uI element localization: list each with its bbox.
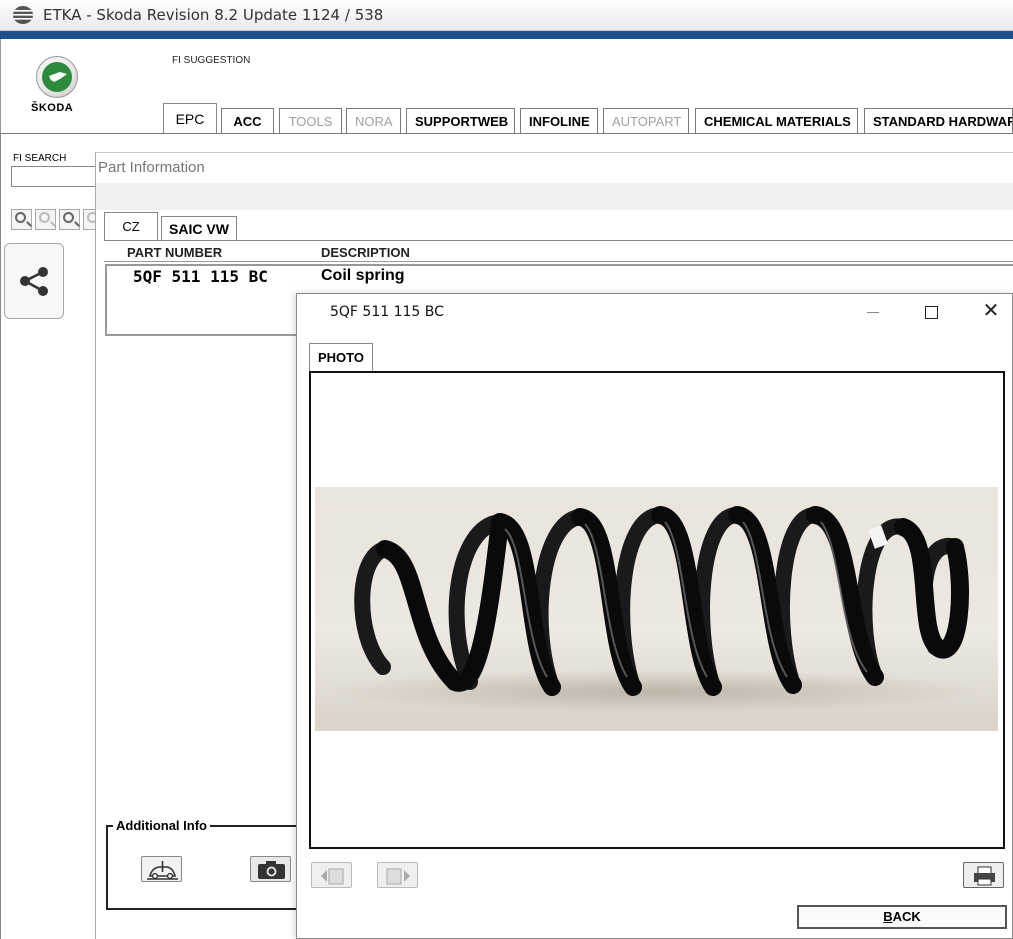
skoda-logo-emblem — [42, 62, 72, 92]
fi-search-input[interactable] — [11, 166, 101, 187]
tab-photo[interactable]: PHOTO — [309, 343, 373, 372]
app-icon[interactable] — [12, 5, 34, 25]
car-lift-icon — [147, 861, 178, 880]
previous-page-icon — [321, 868, 344, 885]
parts-table-header — [104, 242, 1013, 262]
tab-epc[interactable]: EPC — [163, 103, 217, 134]
previous-page-button[interactable] — [311, 862, 352, 888]
camera-icon — [258, 861, 285, 879]
tab-acc[interactable]: ACC — [221, 108, 274, 134]
close-icon[interactable]: ✕ — [981, 301, 1001, 322]
tab-cz[interactable]: CZ — [104, 212, 158, 241]
car-lift-button[interactable] — [141, 856, 182, 882]
tab-nora[interactable]: NORA — [346, 108, 401, 134]
tab-saic-vw[interactable]: SAIC VW — [161, 216, 237, 241]
back-button-label: ACK — [892, 909, 921, 924]
fi-suggestion-label: FI SUGGESTION — [172, 55, 251, 66]
tab-autopart[interactable]: AUTOPART — [603, 108, 689, 134]
part-information-toolbar — [96, 183, 1013, 210]
dialog-title: 5QF 511 115 BC — [330, 304, 444, 320]
photo-button[interactable] — [250, 856, 291, 882]
tab-supportweb[interactable]: SUPPORTWEB — [406, 108, 515, 134]
back-button-mnemonic: B — [883, 909, 893, 924]
window-title: ETKA - Skoda Revision 8.2 Update 1124 / … — [43, 6, 384, 24]
zoom-fit-icon[interactable] — [59, 209, 80, 230]
print-button[interactable] — [963, 862, 1004, 888]
zoom-in-icon[interactable] — [11, 209, 32, 230]
skoda-logo-icon — [36, 56, 78, 98]
minimize-icon[interactable] — [864, 303, 882, 321]
title-accent-strip — [0, 31, 1013, 39]
share-button[interactable] — [4, 243, 64, 319]
next-page-icon — [386, 868, 410, 885]
tab-infoline[interactable]: INFOLINE — [520, 108, 598, 134]
printer-icon — [974, 866, 995, 886]
table-row-description[interactable]: Coil spring — [321, 267, 405, 285]
additional-info-label: Additional Info — [113, 818, 210, 833]
brand-name: ŠKODA — [31, 102, 74, 114]
table-row-part-number[interactable]: 5QF 511 115 BC — [133, 267, 268, 286]
column-header-part-number[interactable]: PART NUMBER — [127, 245, 222, 260]
tab-standard-hardware[interactable]: STANDARD HARDWAR — [864, 108, 1013, 134]
next-page-button[interactable] — [377, 862, 418, 888]
back-button[interactable]: BACK — [797, 905, 1007, 929]
tabs-baseline — [0, 133, 1013, 134]
part-tabs-baseline — [104, 240, 1013, 241]
part-information-title: Part Information — [98, 159, 205, 176]
coil-spring-photo — [315, 487, 998, 731]
left-border — [0, 133, 1, 939]
zoom-out-icon[interactable] — [35, 209, 56, 230]
tab-tools[interactable]: TOOLS — [279, 108, 342, 134]
skoda-logo-wing — [49, 72, 67, 82]
column-header-description[interactable]: DESCRIPTION — [321, 245, 410, 260]
fi-search-label: FI SEARCH — [13, 153, 67, 164]
share-icon — [20, 267, 48, 296]
maximize-icon[interactable] — [922, 303, 940, 321]
tab-chemical-materials[interactable]: CHEMICAL MATERIALS — [695, 108, 858, 134]
